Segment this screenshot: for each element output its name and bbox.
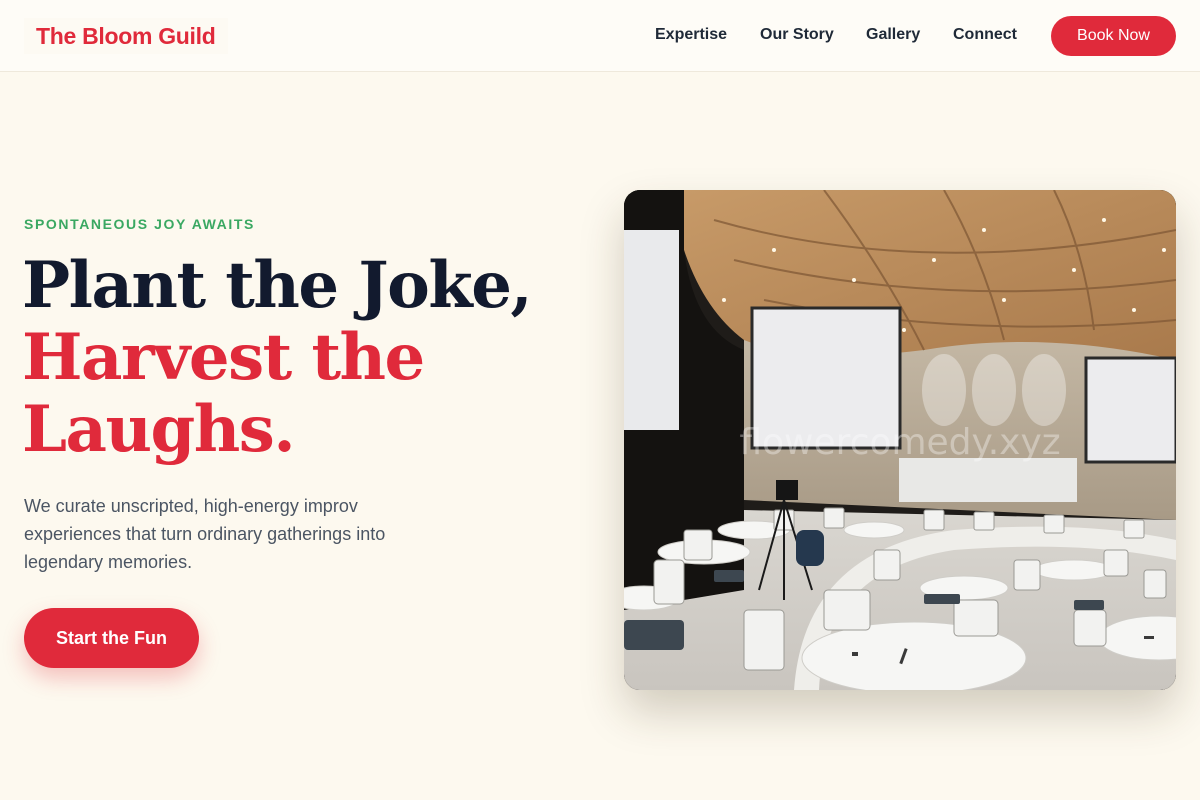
headline-line-3: Laughs. bbox=[22, 392, 296, 467]
hero-eyebrow: SPONTANEOUS JOY AWAITS bbox=[24, 216, 255, 232]
site-header: The Bloom Guild Expertise Our Story Gall… bbox=[0, 0, 1200, 72]
start-the-fun-button[interactable]: Start the Fun bbox=[24, 608, 199, 668]
nav-link-expertise[interactable]: Expertise bbox=[655, 24, 727, 46]
nav-link-connect[interactable]: Connect bbox=[953, 24, 1017, 46]
book-now-button[interactable]: Book Now bbox=[1051, 16, 1176, 56]
hero-image-auditorium: flowercomedy.xyz bbox=[624, 190, 1176, 690]
headline-line-2: Harvest the bbox=[22, 320, 425, 395]
nav-link-our-story[interactable]: Our Story bbox=[760, 24, 834, 46]
hero-description: We curate unscripted, high-energy improv… bbox=[24, 496, 386, 572]
nav-link-gallery[interactable]: Gallery bbox=[866, 24, 920, 46]
brand-logo[interactable]: The Bloom Guild bbox=[24, 18, 228, 54]
hero-headline: Plant the Joke, Harvest the Laughs. bbox=[22, 250, 582, 466]
auditorium-illustration bbox=[624, 190, 1176, 690]
headline-line-1: Plant the Joke, bbox=[22, 248, 533, 323]
